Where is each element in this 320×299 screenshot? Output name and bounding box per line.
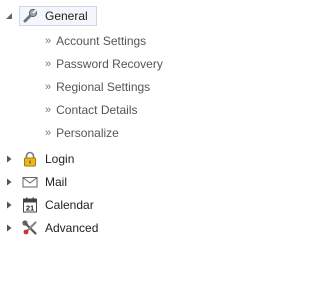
tree-child-label: Personalize [56,126,119,140]
bullet-icon: » [45,104,52,116]
collapsed-arrow-icon[interactable] [4,223,14,233]
tree-node-login[interactable]: Login [0,149,247,169]
calendar-date-number: 21 [26,204,34,213]
tree-child-label: Password Recovery [56,57,163,71]
bullet-icon: » [45,81,52,93]
bullet-icon: » [45,127,52,139]
tree-node-label: Mail [45,175,68,189]
wrench-icon [22,8,38,24]
collapsed-arrow-icon[interactable] [4,154,14,164]
collapsed-arrow-icon[interactable] [4,177,14,187]
tree-child-account-settings[interactable]: » Account Settings [45,32,146,50]
tree-node-label: General [45,9,88,23]
tools-icon [22,220,38,236]
tree-node-calendar[interactable]: 21 Calendar [0,195,247,215]
tree-node-label: Advanced [45,221,99,235]
tree-child-label: Account Settings [56,34,147,48]
settings-tree: General » Account Settings » Password Re… [0,0,247,299]
lock-icon [22,151,38,167]
bullet-icon: » [45,35,52,47]
tree-child-regional-settings[interactable]: » Regional Settings [45,78,150,96]
calendar-icon: 21 [22,197,38,213]
tree-child-personalize[interactable]: » Personalize [45,124,119,142]
tree-node-general[interactable]: General [0,6,247,26]
tree-node-label: Calendar [45,198,94,212]
tree-node-label: Login [45,152,75,166]
expanded-arrow-icon[interactable] [4,11,14,21]
tree-child-label: Regional Settings [56,80,151,94]
tree-node-advanced[interactable]: Advanced [0,218,247,238]
tree-node-mail[interactable]: Mail [0,172,247,192]
tree-child-label: Contact Details [56,103,138,117]
tree-child-password-recovery[interactable]: » Password Recovery [45,55,163,73]
bullet-icon: » [45,58,52,70]
collapsed-arrow-icon[interactable] [4,200,14,210]
tree-child-contact-details[interactable]: » Contact Details [45,101,138,119]
envelope-icon [22,174,38,190]
